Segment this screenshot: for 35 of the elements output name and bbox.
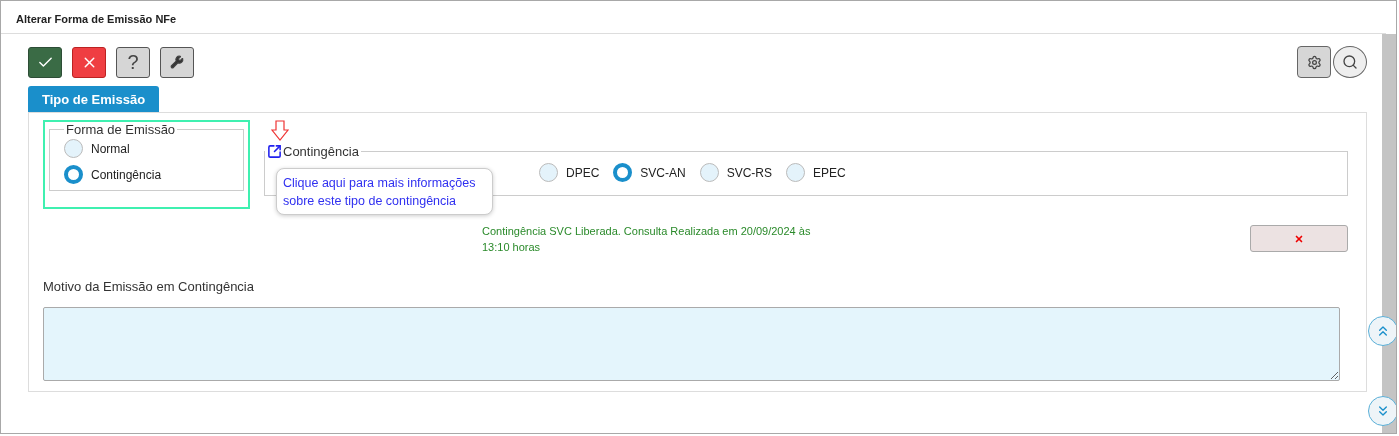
- tab[interactable]: Tipo de Emissão: [28, 86, 160, 112]
- external-link-icon[interactable]: [267, 144, 282, 159]
- radio-label: Contingência: [91, 167, 162, 182]
- radio-label: EPEC: [813, 165, 846, 180]
- search-button[interactable]: [1333, 46, 1367, 78]
- reason-textarea[interactable]: [43, 307, 1340, 381]
- scroll-down-button[interactable]: [1368, 396, 1396, 426]
- help-button[interactable]: ?: [116, 46, 150, 78]
- scroll-up-button[interactable]: [1368, 316, 1396, 346]
- radio-label: DPEC: [566, 165, 600, 180]
- radio-button[interactable]: [64, 165, 83, 184]
- wrench-icon: [170, 55, 184, 69]
- tools-button[interactable]: [160, 46, 194, 78]
- clear-button[interactable]: [1250, 225, 1348, 252]
- radio-button[interactable]: [613, 163, 633, 182]
- radio-button[interactable]: [64, 139, 83, 158]
- settings-icon: [1306, 54, 1322, 70]
- radio-label: SVC-AN: [640, 165, 686, 180]
- cancel-button[interactable]: [72, 46, 106, 78]
- radio-label: Normal: [91, 141, 130, 156]
- radio-label: SVC-RS: [726, 165, 773, 180]
- radio-button[interactable]: [699, 163, 719, 182]
- status-message: Contingência SVC Liberada. Consulta Realizada em 20/09/2024 às 13:10 horas: [482, 224, 812, 255]
- window-title: Alterar Forma de Emissão NFe: [1, 1, 1386, 34]
- field-label: Motivo da Emissão em Contingência: [43, 279, 255, 294]
- confirm-button[interactable]: [28, 46, 62, 78]
- search-icon: [1342, 54, 1358, 70]
- close-icon: [1294, 233, 1304, 244]
- radio-button[interactable]: [539, 163, 558, 182]
- fieldset-legend: Contingência: [283, 144, 359, 159]
- settings-button[interactable]: [1297, 46, 1331, 78]
- radio-button[interactable]: [786, 163, 806, 182]
- down-arrow-icon: [271, 120, 289, 141]
- fieldset-legend: Forma de Emissão: [66, 122, 176, 137]
- tooltip: Clique aqui para mais informações sobre este tipo de contingência: [276, 168, 493, 215]
